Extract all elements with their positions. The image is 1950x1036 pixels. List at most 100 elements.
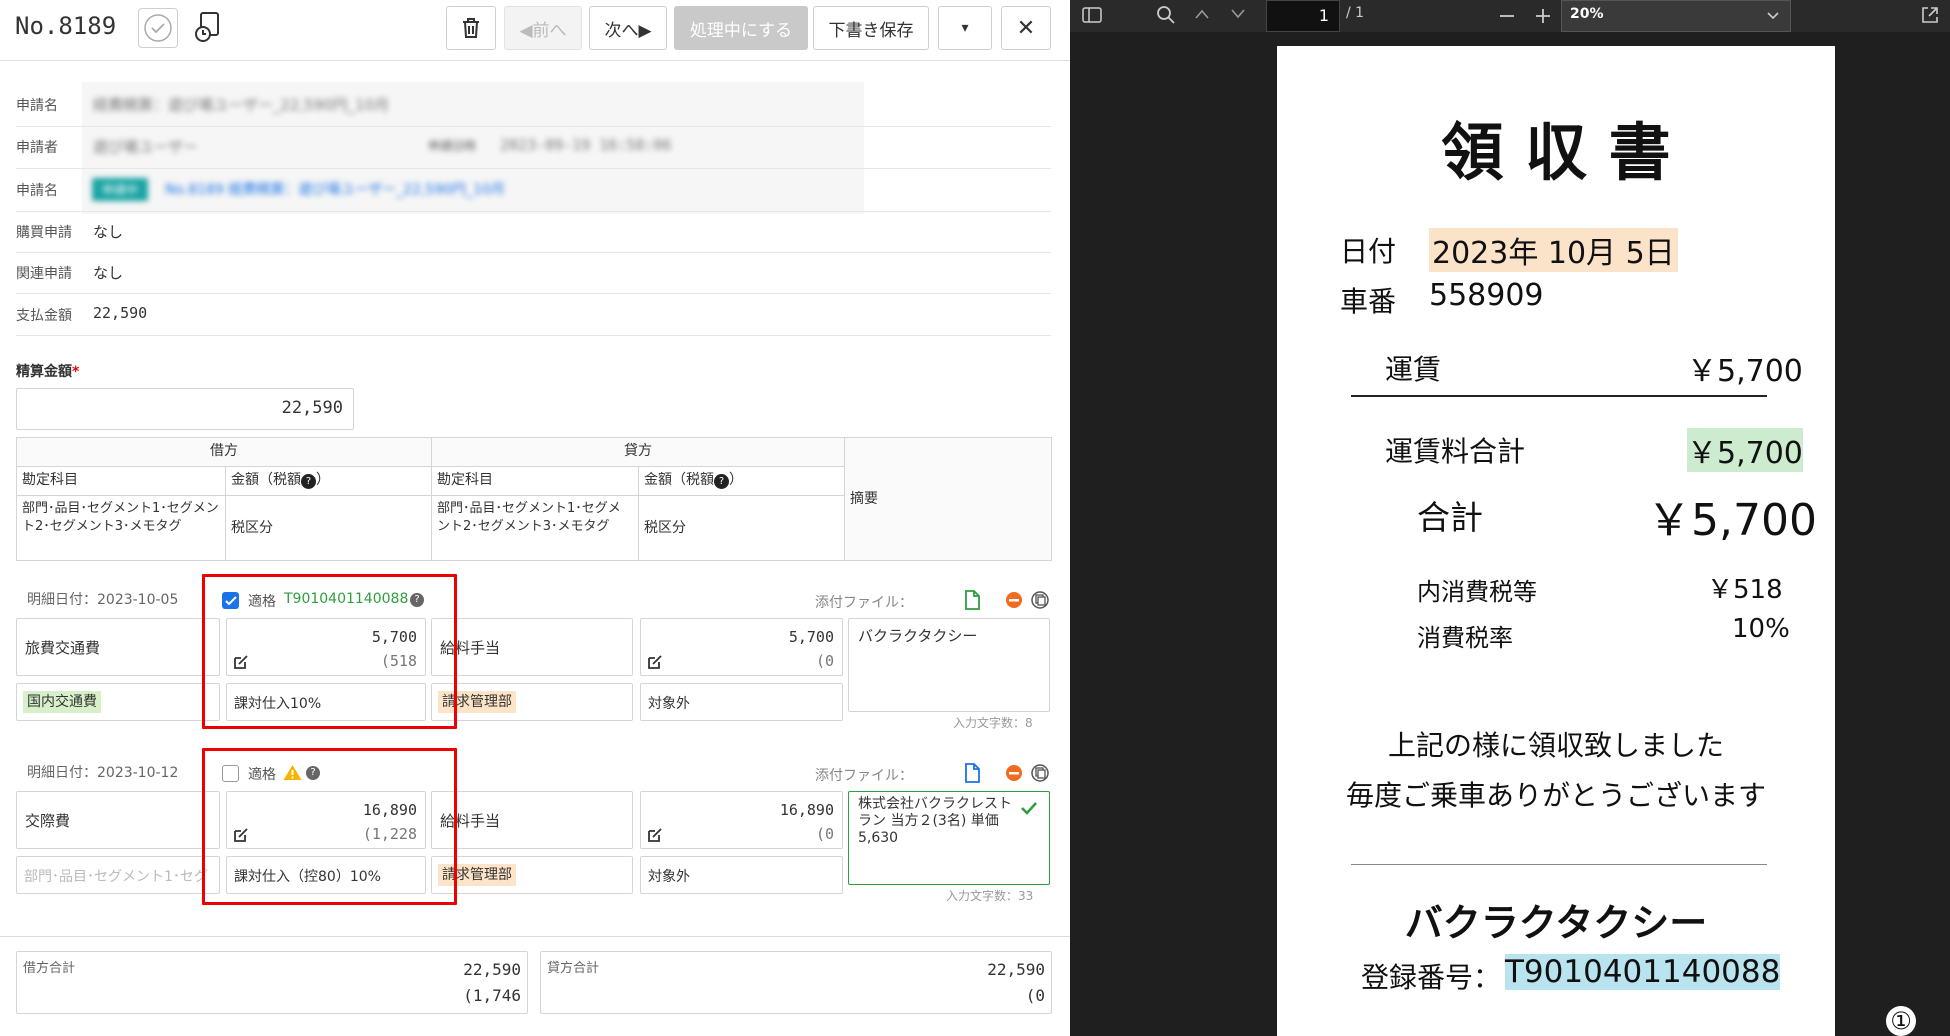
history-icon[interactable] (192, 10, 224, 48)
line2-credit-amount-field[interactable]: 16,890 (0 (640, 791, 843, 849)
chevron-down-icon[interactable] (1230, 8, 1246, 20)
edit-icon[interactable] (648, 828, 662, 842)
remove-circle-icon[interactable] (1005, 764, 1023, 782)
credit-total-label: 貸方合計 (547, 961, 600, 976)
sidebar-toggle-icon[interactable] (1082, 6, 1102, 24)
related-label: 関連申請 (16, 266, 72, 282)
search-icon[interactable] (1156, 5, 1176, 25)
open-external-icon[interactable] (1920, 5, 1940, 25)
line2-debit-account[interactable]: 交際費 (16, 791, 220, 849)
applied-date-value: 2023-09-19 16:58:06 (500, 136, 672, 154)
line1-char-count: 入力文字数：8 (953, 716, 1033, 730)
receipt-page: 領 収 書 日付 2023年 10月 5日 車番 558909 運賃 ￥5,70… (1277, 46, 1835, 1036)
chevron-up-icon[interactable] (1194, 8, 1210, 20)
page-badge: ① (1886, 1006, 1916, 1036)
credit-amount-header: 金額（税額?） (638, 466, 845, 496)
purchase-value: なし (93, 223, 124, 241)
status-badge: 申請中 (92, 178, 149, 201)
app-name2-label: 申請名 (16, 183, 58, 199)
receipt-car-label: 車番 (1340, 285, 1397, 318)
help-icon[interactable]: ? (714, 474, 729, 489)
payment-value: 22,590 (93, 304, 148, 322)
related-value: なし (93, 264, 124, 282)
row-divider (16, 211, 1051, 212)
trash-icon (463, 18, 479, 38)
row-divider (16, 293, 1051, 294)
debit-segments-header: 部門･品目･セグメント1･セグメント2･セグメント3･メモタグ (16, 495, 226, 561)
application-link[interactable]: No.8189 経費精算：遊び場ユーザー_22,590円_10月 (165, 179, 505, 199)
receipt-date-label: 日付 (1340, 235, 1397, 268)
receipt-date-value: 2023年 10月 5日 (1429, 228, 1678, 272)
line2-credit-tax: (0 (815, 825, 834, 843)
file-green-icon[interactable] (964, 590, 980, 610)
debit-tax-header: 税区分 (225, 495, 432, 561)
line2-credit-account[interactable]: 給料手当 (431, 791, 633, 849)
receipt-message1: 上記の様に領収致しました (1387, 729, 1724, 762)
receipt-divider (1351, 864, 1767, 865)
receipt-tax-label: 内消費税等 (1417, 578, 1537, 606)
valid-check-icon (1021, 802, 1037, 815)
set-processing-button[interactable]: 処理中にする (674, 6, 808, 50)
prev-button[interactable]: ◀前へ (504, 6, 582, 50)
credit-total-tax: (0 (1025, 986, 1045, 1005)
row-divider (16, 252, 1051, 253)
delete-button[interactable] (446, 6, 496, 50)
pdf-viewer: 1 / 1 20% 領 収 書 日付 2023年 10月 5日 車番 55890… (1070, 0, 1950, 1036)
save-draft-button[interactable]: 下書き保存 (813, 6, 929, 50)
credit-total-amount: 22,590 (987, 960, 1045, 979)
close-button[interactable]: ✕ (1001, 6, 1051, 50)
debit-total-box: 借方合計 22,590 (1,746 (16, 951, 528, 1014)
line2-credit-segment[interactable]: 請求管理部 (431, 856, 633, 894)
line1-credit-tax: (0 (815, 652, 834, 670)
credit-header: 貸方 (431, 437, 845, 467)
help-icon[interactable]: ? (301, 474, 316, 489)
debit-total-amount: 22,590 (463, 960, 521, 979)
credit-total-box: 貸方合計 22,590 (0 (540, 951, 1052, 1014)
receipt-message2: 毎度ご乗車ありがとうございます (1345, 779, 1766, 812)
edit-icon[interactable] (648, 655, 662, 669)
line1-credit-tax-category[interactable]: 対象外 (640, 683, 843, 721)
highlight-box (202, 574, 457, 729)
receipt-reg-label: 登録番号： (1361, 961, 1502, 994)
line1-credit-segment[interactable]: 請求管理部 (431, 683, 633, 721)
next-button[interactable]: 次へ▶ (589, 6, 667, 50)
page-total: / 1 (1346, 5, 1365, 21)
debit-amount-header: 金額（税額?） (225, 466, 432, 496)
summary-header: 摘要 (844, 437, 1052, 561)
payment-label: 支払金額 (16, 308, 72, 324)
receipt-tax-value: ￥518 (1707, 575, 1783, 605)
line2-debit-segment[interactable]: 部門･品目･セグメント1･セグ (16, 856, 220, 894)
zoom-in-icon[interactable] (1534, 7, 1552, 25)
applicant-value: 遊び場ユーザー (93, 138, 198, 156)
page-number-input[interactable]: 1 (1266, 0, 1340, 32)
approval-detail-panel: No.8189 ◀前へ 次へ▶ 処理中にする 下書き保存 ▾ ✕ 申請名 経費精… (0, 0, 1070, 1036)
zoom-value: 20% (1570, 6, 1604, 22)
zoom-out-icon[interactable] (1498, 7, 1516, 25)
credit-tax-header: 税区分 (638, 495, 845, 561)
more-dropdown-button[interactable]: ▾ (938, 6, 992, 50)
line1-debit-segment[interactable]: 国内交通費 (16, 683, 220, 721)
line2-credit-tax-category[interactable]: 対象外 (640, 856, 843, 894)
check-circle-icon (144, 14, 172, 42)
line1-date: 明細日付：2023-10-05 (27, 592, 179, 608)
approve-check-button[interactable] (138, 8, 178, 48)
doc-number: No.8189 (15, 12, 117, 40)
zoom-select[interactable]: 20% (1561, 0, 1791, 32)
line2-char-count: 入力文字数：33 (946, 889, 1034, 903)
copy-icon[interactable] (1031, 591, 1049, 609)
line1-credit-amount-field[interactable]: 5,700 (0 (640, 618, 843, 676)
settlement-amount-input[interactable]: 22,590 (16, 388, 354, 430)
debit-header: 借方 (16, 437, 432, 467)
applicant-label: 申請者 (16, 140, 58, 156)
line1-credit-account[interactable]: 給料手当 (431, 618, 633, 676)
highlight-box (202, 748, 457, 905)
line1-attach-label: 添付ファイル： (815, 595, 913, 611)
copy-icon[interactable] (1031, 764, 1049, 782)
line1-memo[interactable]: バクラクタクシー (848, 618, 1050, 712)
applied-date-label: 申請日時 (428, 139, 477, 153)
line1-debit-account[interactable]: 旅費交通費 (16, 618, 220, 676)
line2-attach-label: 添付ファイル： (815, 768, 913, 784)
file-blue-icon[interactable] (964, 763, 980, 783)
receipt-total-label: 合計 (1417, 498, 1483, 537)
remove-circle-icon[interactable] (1005, 591, 1023, 609)
